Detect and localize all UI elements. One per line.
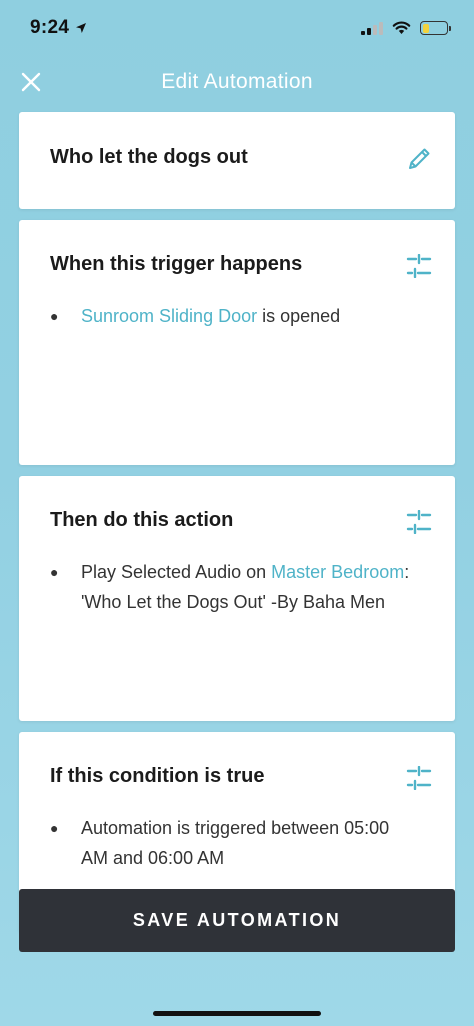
cellular-signal-icon	[361, 21, 383, 35]
action-settings-button[interactable]	[405, 508, 433, 536]
edit-name-button[interactable]	[405, 145, 433, 173]
wifi-icon	[392, 21, 411, 34]
bullet: ●	[50, 308, 59, 324]
close-icon	[21, 72, 41, 92]
home-indicator[interactable]	[153, 1011, 321, 1016]
action-card-title: Then do this action	[50, 509, 234, 531]
action-prefix: Play Selected Audio on	[81, 562, 267, 582]
bullet: ●	[50, 820, 59, 836]
action-card: Then do this action ● Play Selected Audi…	[19, 476, 455, 721]
trigger-settings-button[interactable]	[405, 252, 433, 280]
nav-bar: Edit Automation	[0, 58, 474, 106]
trigger-item: ● Sunroom Sliding Door is opened	[50, 301, 430, 331]
status-bar: 9:24	[0, 0, 474, 56]
pencil-icon	[409, 148, 430, 169]
clock-text: 9:24	[30, 17, 70, 38]
trigger-event: is opened	[262, 306, 341, 326]
sliders-icon	[406, 766, 432, 790]
trigger-device-link[interactable]: Sunroom Sliding Door	[81, 306, 257, 326]
close-button[interactable]	[16, 67, 46, 97]
page-title: Edit Automation	[161, 70, 313, 93]
action-room-link[interactable]: Master Bedroom	[271, 562, 404, 582]
trigger-text: Sunroom Sliding Door is opened	[81, 301, 340, 331]
trigger-card-title: When this trigger happens	[50, 253, 303, 275]
condition-item: ● Automation is triggered between 05:00 …	[50, 813, 410, 873]
trigger-card: When this trigger happens ● Sunroom Slid…	[19, 220, 455, 465]
action-item: ● Play Selected Audio on Master Bedroom:…	[50, 557, 430, 617]
bullet: ●	[50, 564, 59, 580]
action-text: Play Selected Audio on Master Bedroom: '…	[81, 557, 430, 617]
automation-name: Who let the dogs out	[50, 146, 248, 168]
location-arrow-icon	[76, 23, 87, 33]
sliders-icon	[406, 510, 432, 534]
sliders-icon	[406, 254, 432, 278]
automation-name-card[interactable]: Who let the dogs out	[19, 112, 455, 209]
condition-card-title: If this condition is true	[50, 765, 265, 787]
status-time: 9:24	[30, 17, 87, 39]
battery-icon	[420, 21, 451, 35]
condition-settings-button[interactable]	[405, 764, 433, 792]
condition-text: Automation is triggered between 05:00 AM…	[81, 818, 390, 868]
save-automation-button[interactable]: SAVE AUTOMATION	[19, 889, 455, 952]
